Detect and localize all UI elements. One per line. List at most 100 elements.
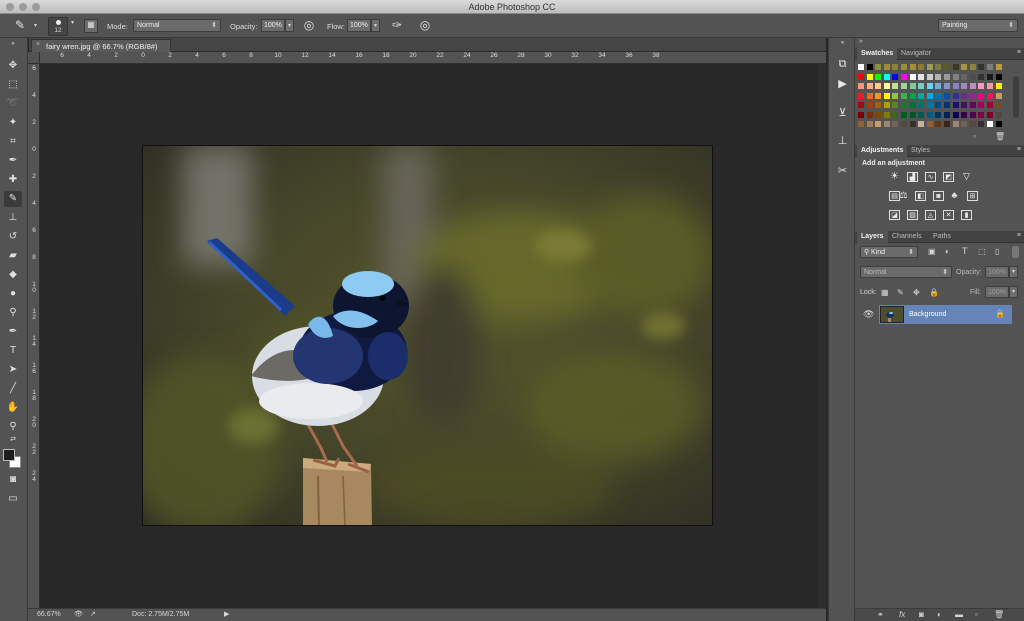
color-swatch[interactable] [875, 111, 882, 118]
link-layers-icon[interactable]: ⚭ [877, 610, 884, 619]
color-swatch[interactable] [858, 64, 864, 70]
filter-pixel-icon[interactable]: ▣ [928, 247, 936, 256]
color-swatch[interactable] [901, 64, 907, 70]
color-lookup-icon[interactable]: ⊞ [967, 191, 978, 201]
color-swatch[interactable] [926, 64, 933, 70]
tab-layers[interactable]: Layers [857, 231, 888, 243]
tab-channels[interactable]: Channels [888, 231, 926, 243]
color-swatch[interactable] [969, 121, 976, 127]
tab-swatches[interactable]: Swatches [857, 48, 898, 60]
color-swatch[interactable] [866, 64, 873, 70]
color-swatch[interactable] [987, 73, 993, 80]
delete-swatch-icon[interactable]: 🗑 [995, 132, 1005, 141]
color-swatch[interactable] [926, 102, 933, 108]
new-layer-icon[interactable]: ▫ [975, 610, 978, 619]
pen-tool-icon[interactable]: ✒ [4, 324, 22, 340]
color-swatch[interactable] [866, 83, 873, 89]
move-tool-icon[interactable]: ✥ [4, 58, 22, 74]
lock-image-icon[interactable]: ✎ [897, 288, 904, 297]
color-swatch[interactable] [866, 102, 873, 108]
color-balance-icon[interactable]: ⚖ [898, 191, 909, 201]
color-swatch[interactable] [952, 73, 959, 80]
new-adjustment-layer-icon[interactable]: ◐ [937, 610, 942, 619]
zoom-tool-icon[interactable]: ⚲ [4, 419, 22, 435]
expand-panels-icon[interactable]: « [834, 39, 851, 47]
filter-smart-object-icon[interactable]: ▯ [995, 247, 999, 256]
color-swatch[interactable] [858, 111, 864, 118]
color-swatch[interactable] [901, 121, 907, 127]
brush-tool-icon[interactable]: ✎ [4, 191, 22, 207]
eyedropper-tool-icon[interactable]: ✒ [4, 153, 22, 169]
color-swatch[interactable] [892, 121, 899, 127]
ruler-origin[interactable] [28, 52, 40, 64]
color-swatch[interactable] [978, 64, 985, 70]
share-icon[interactable]: ↗ [90, 610, 96, 618]
magic-wand-tool-icon[interactable]: ✦ [4, 115, 22, 131]
color-swatch[interactable] [995, 73, 1002, 80]
new-group-icon[interactable]: ▬ [955, 610, 963, 619]
color-swatch[interactable] [935, 83, 942, 89]
color-swatch[interactable] [892, 83, 899, 89]
path-selection-tool-icon[interactable]: ➤ [4, 362, 22, 378]
document-tab[interactable]: × fairy wren.jpg @ 66.7% (RGB/8#) [31, 39, 171, 52]
color-swatch[interactable] [978, 102, 985, 108]
color-swatch[interactable] [909, 121, 916, 127]
color-swatch[interactable] [909, 73, 916, 80]
vertical-scrollbar[interactable] [818, 64, 826, 608]
paint-bucket-tool-icon[interactable]: ◆ [4, 267, 22, 283]
color-swatch[interactable] [935, 73, 942, 80]
color-swatch[interactable] [892, 73, 899, 80]
pressure-size-icon[interactable]: ◎ [417, 18, 433, 34]
close-document-icon[interactable]: × [36, 41, 40, 48]
color-swatch[interactable] [909, 64, 916, 70]
new-swatch-icon[interactable]: ▫ [973, 132, 976, 141]
color-swatch[interactable] [952, 83, 959, 89]
opacity-slider-arrow[interactable]: ▾ [285, 19, 294, 32]
photo-filter-icon[interactable]: ◙ [933, 191, 944, 201]
color-swatch[interactable] [909, 111, 916, 118]
document-image[interactable] [142, 145, 713, 526]
tool-preset-arrow[interactable]: ▾ [31, 20, 40, 33]
color-swatch[interactable] [892, 64, 899, 70]
fill-arrow[interactable]: ▾ [1009, 286, 1018, 298]
color-swatch[interactable] [935, 121, 942, 127]
black-white-icon[interactable]: ◧ [915, 191, 926, 201]
layer-name[interactable]: Background [909, 311, 946, 318]
color-swatch[interactable] [969, 64, 976, 70]
hand-tool-icon[interactable]: ✋ [4, 400, 22, 416]
swap-colors-icon[interactable]: ⇄ [4, 435, 22, 445]
filter-type-icon[interactable]: T [962, 246, 968, 256]
color-swatch[interactable] [892, 102, 899, 108]
stamp-tool-icon[interactable]: ⊥ [4, 210, 22, 226]
color-swatch[interactable] [935, 102, 942, 108]
color-swatch[interactable] [952, 92, 959, 99]
blend-mode-select[interactable]: Normal [860, 266, 952, 278]
color-swatch[interactable] [978, 92, 985, 99]
color-swatch[interactable] [901, 111, 907, 118]
lock-transparent-icon[interactable]: ▦ [881, 288, 889, 297]
color-swatch[interactable] [987, 121, 993, 127]
eraser-tool-icon[interactable]: ▰ [4, 248, 22, 264]
layer-opacity-arrow[interactable]: ▾ [1009, 266, 1018, 278]
color-swatch[interactable] [995, 92, 1002, 99]
color-swatch[interactable] [875, 64, 882, 70]
color-swatch[interactable] [926, 92, 933, 99]
color-swatch[interactable] [944, 83, 950, 89]
collapse-dock-icon[interactable]: » [859, 38, 863, 45]
color-swatch[interactable] [926, 73, 933, 80]
add-mask-icon[interactable]: ◙ [919, 610, 924, 619]
color-swatch[interactable] [944, 111, 950, 118]
brush-preset-picker[interactable]: 12 [48, 17, 68, 36]
layer-row-background[interactable]: Background 🔒 [879, 305, 1012, 324]
color-swatch[interactable] [952, 64, 959, 70]
brush-panel-toggle-icon[interactable]: ▦ [84, 19, 98, 33]
color-swatch[interactable] [969, 102, 976, 108]
color-swatch[interactable] [875, 121, 882, 127]
color-swatch[interactable] [901, 73, 907, 80]
clone-source-panel-icon[interactable]: ⊥ [834, 133, 851, 150]
color-swatch[interactable] [866, 92, 873, 99]
blur-tool-icon[interactable]: ● [4, 286, 22, 302]
swatches-menu-icon[interactable]: ≡ [1017, 49, 1021, 56]
airbrush-icon[interactable]: ✑ [389, 18, 405, 34]
color-swatch[interactable] [987, 64, 993, 70]
